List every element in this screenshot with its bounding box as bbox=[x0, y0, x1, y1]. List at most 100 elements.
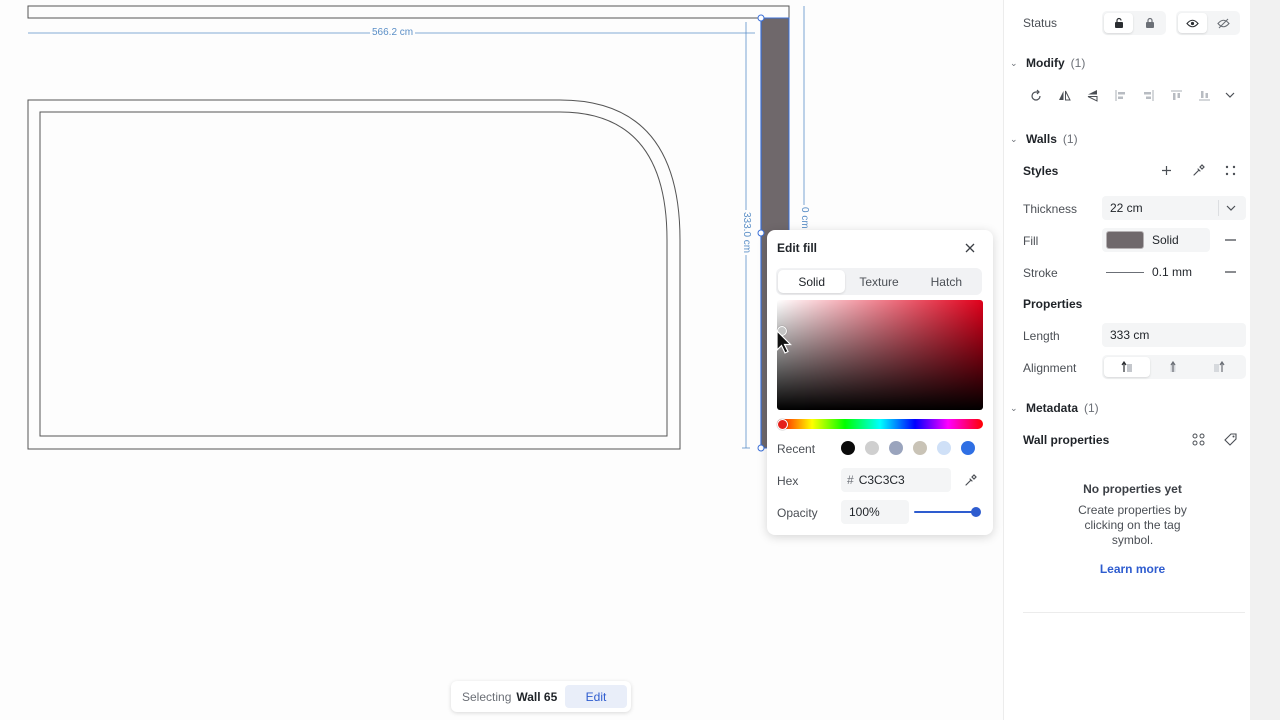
wall-handle-mid[interactable] bbox=[757, 229, 765, 237]
metadata-count: (1) bbox=[1084, 401, 1099, 415]
opacity-slider[interactable] bbox=[914, 511, 976, 513]
eyedropper-icon[interactable] bbox=[1187, 159, 1209, 181]
metadata-title: Metadata bbox=[1026, 401, 1079, 415]
unlock-icon[interactable] bbox=[1104, 13, 1133, 33]
walls-section-header[interactable]: ⌄ Walls (1) bbox=[1010, 132, 1078, 146]
align-left-icon[interactable] bbox=[1109, 84, 1131, 106]
modify-count: (1) bbox=[1070, 56, 1086, 70]
fill-swatch bbox=[1106, 231, 1144, 249]
align-inside-icon[interactable] bbox=[1196, 357, 1242, 377]
room-inner-wall[interactable] bbox=[39, 111, 668, 437]
width-dimension-label: 566.2 cm bbox=[370, 27, 416, 38]
top-wall[interactable] bbox=[27, 5, 790, 19]
right-dimension-label: 0 cm bbox=[799, 205, 810, 231]
recent-swatch[interactable] bbox=[889, 441, 903, 455]
align-top-icon[interactable] bbox=[1165, 84, 1187, 106]
walls-title: Walls bbox=[1026, 132, 1057, 146]
hex-hash: # bbox=[847, 473, 854, 487]
recent-swatch[interactable] bbox=[865, 441, 879, 455]
empty-state-title: No properties yet bbox=[1083, 482, 1182, 496]
wall-handle-top[interactable] bbox=[757, 14, 765, 22]
mouse-cursor-icon bbox=[776, 329, 792, 359]
visibility-toggle-group bbox=[1176, 11, 1240, 35]
wall-handle-bottom[interactable] bbox=[757, 444, 765, 452]
stroke-line-preview bbox=[1106, 271, 1144, 273]
status-label: Status bbox=[1023, 16, 1058, 30]
more-options-icon[interactable] bbox=[1219, 229, 1241, 251]
eye-off-icon[interactable] bbox=[1209, 13, 1238, 33]
alignment-toggle-group bbox=[1102, 355, 1246, 379]
hex-input[interactable]: # C3C3C3 bbox=[841, 468, 951, 492]
properties-panel: Status ⌄ Modify (1) ⌄ Walls (1) Styles T… bbox=[1003, 0, 1250, 720]
styles-label: Styles bbox=[1023, 164, 1059, 178]
select-divider bbox=[1218, 200, 1219, 216]
selecting-label: Selecting bbox=[462, 689, 512, 704]
eyedropper-icon[interactable] bbox=[960, 470, 980, 490]
chevron-down-icon: ⌄ bbox=[1010, 133, 1018, 144]
eye-icon[interactable] bbox=[1178, 13, 1207, 33]
close-icon[interactable] bbox=[961, 239, 979, 257]
chevron-down-icon: ⌄ bbox=[1010, 57, 1018, 68]
fill-select[interactable]: Solid bbox=[1102, 228, 1210, 252]
hex-value: C3C3C3 bbox=[858, 473, 905, 487]
hue-slider[interactable] bbox=[777, 419, 983, 429]
opacity-label: Opacity bbox=[777, 506, 818, 520]
recent-label: Recent bbox=[777, 442, 816, 456]
height-dimension-label: 333.0 cm bbox=[741, 210, 752, 256]
recent-swatch[interactable] bbox=[841, 441, 855, 455]
properties-grid-icon[interactable] bbox=[1187, 428, 1209, 450]
hex-label: Hex bbox=[777, 474, 799, 488]
plus-icon[interactable] bbox=[1155, 159, 1177, 181]
recent-swatch[interactable] bbox=[913, 441, 927, 455]
chevron-down-icon bbox=[1226, 200, 1236, 219]
flip-horizontal-icon[interactable] bbox=[1053, 84, 1075, 106]
align-bottom-icon[interactable] bbox=[1193, 84, 1215, 106]
chevron-down-icon[interactable] bbox=[1219, 84, 1241, 106]
room-outer-wall[interactable] bbox=[27, 99, 681, 450]
opacity-input[interactable]: 100% bbox=[841, 500, 909, 524]
rotate-icon[interactable] bbox=[1025, 84, 1047, 106]
edit-fill-popover: Edit fill Solid Texture Hatch Recent Hex… bbox=[767, 230, 993, 535]
popover-title: Edit fill bbox=[777, 241, 817, 255]
window-edge bbox=[1250, 0, 1280, 720]
divider bbox=[1023, 612, 1245, 613]
tab-texture[interactable]: Texture bbox=[845, 270, 912, 293]
opacity-value: 100% bbox=[849, 505, 880, 519]
length-label: Length bbox=[1023, 329, 1060, 343]
stroke-label: Stroke bbox=[1023, 266, 1058, 280]
wall-properties-label: Wall properties bbox=[1023, 433, 1110, 447]
stroke-value: 0.1 mm bbox=[1152, 265, 1193, 279]
properties-label: Properties bbox=[1023, 297, 1083, 311]
lock-icon[interactable] bbox=[1135, 13, 1164, 33]
more-options-icon[interactable] bbox=[1219, 261, 1241, 283]
edit-selection-button[interactable]: Edit bbox=[565, 685, 627, 708]
chevron-down-icon: ⌄ bbox=[1010, 402, 1018, 413]
flip-vertical-icon[interactable] bbox=[1081, 84, 1103, 106]
length-value: 333 cm bbox=[1110, 328, 1150, 342]
length-input[interactable]: 333 cm bbox=[1102, 323, 1246, 347]
recent-swatch[interactable] bbox=[937, 441, 951, 455]
recent-swatch[interactable] bbox=[961, 441, 975, 455]
learn-more-link[interactable]: Learn more bbox=[1004, 562, 1261, 576]
grid-dots-icon[interactable] bbox=[1219, 159, 1241, 181]
tab-hatch[interactable]: Hatch bbox=[913, 270, 980, 293]
modify-section-header[interactable]: ⌄ Modify (1) bbox=[1010, 56, 1085, 70]
thickness-label: Thickness bbox=[1023, 202, 1078, 216]
metadata-section-header[interactable]: ⌄ Metadata (1) bbox=[1010, 401, 1099, 415]
empty-state-description: Create properties by clicking on the tag… bbox=[1078, 503, 1187, 547]
fill-value: Solid bbox=[1152, 233, 1179, 247]
tab-solid[interactable]: Solid bbox=[778, 270, 846, 293]
alignment-label: Alignment bbox=[1023, 361, 1077, 375]
modify-title: Modify bbox=[1026, 56, 1065, 70]
align-outside-icon[interactable] bbox=[1104, 357, 1150, 377]
fill-type-tabs: Solid Texture Hatch bbox=[776, 268, 982, 295]
hue-slider-handle[interactable] bbox=[777, 419, 788, 430]
align-center-icon[interactable] bbox=[1150, 357, 1196, 377]
thickness-select[interactable]: 22 cm bbox=[1102, 196, 1246, 220]
saturation-value-picker[interactable] bbox=[777, 300, 983, 410]
align-right-icon[interactable] bbox=[1137, 84, 1159, 106]
selected-object-name: Wall 65 bbox=[516, 689, 558, 704]
tag-icon[interactable] bbox=[1219, 428, 1241, 450]
stroke-select[interactable]: 0.1 mm bbox=[1102, 260, 1210, 284]
opacity-slider-handle[interactable] bbox=[971, 507, 981, 517]
